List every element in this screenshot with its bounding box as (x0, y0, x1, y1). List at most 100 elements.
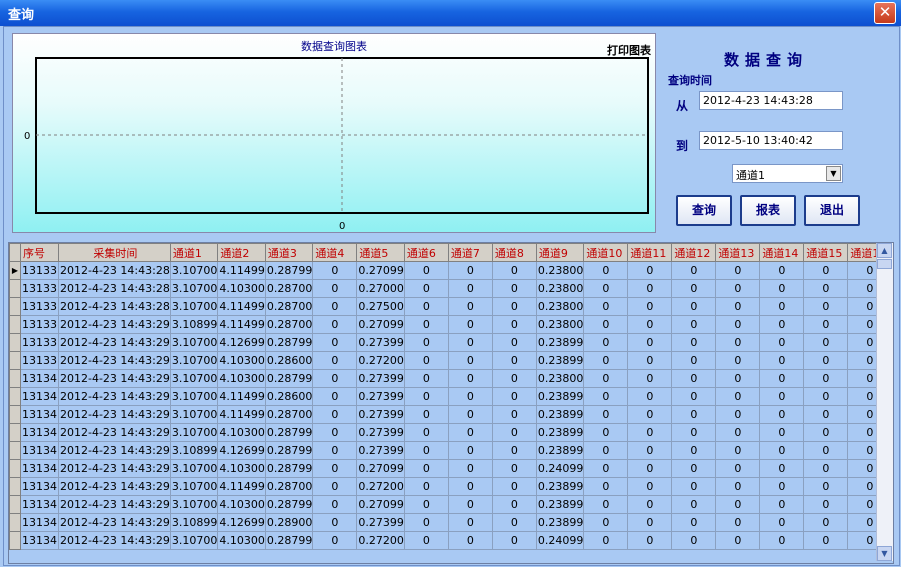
table-cell[interactable]: 0 (759, 423, 805, 442)
table-cell[interactable]: 0 (583, 513, 629, 532)
table-cell[interactable]: 0 (803, 333, 849, 352)
table-cell[interactable]: 0 (715, 513, 761, 532)
table-cell[interactable]: 0 (759, 315, 805, 334)
table-cell[interactable]: 0.27200 (356, 477, 405, 496)
table-cell[interactable]: 0 (312, 297, 358, 316)
row-indicator[interactable] (9, 333, 21, 352)
table-cell[interactable]: 0 (404, 279, 449, 298)
table-cell[interactable]: 0 (715, 333, 761, 352)
row-indicator[interactable] (9, 297, 21, 316)
table-cell[interactable]: 0 (404, 387, 449, 406)
table-cell[interactable]: 0 (492, 315, 537, 334)
table-cell[interactable]: 0 (492, 261, 537, 280)
table-cell[interactable]: 0 (448, 531, 493, 550)
column-header[interactable]: 通道11 (627, 243, 673, 262)
table-cell[interactable]: 0 (312, 477, 358, 496)
table-cell[interactable]: 0 (803, 441, 849, 460)
table-cell[interactable]: 3.10700 (170, 369, 219, 388)
table-cell[interactable]: 2012-4-23 14:43:29 (58, 477, 171, 496)
table-cell[interactable]: 0 (492, 351, 537, 370)
table-cell[interactable]: 0.28700 (265, 297, 314, 316)
table-cell[interactable]: 3.10700 (170, 261, 219, 280)
table-cell[interactable]: 13134 (20, 441, 59, 460)
table-cell[interactable]: 0 (715, 405, 761, 424)
table-cell[interactable]: 0 (312, 333, 358, 352)
chevron-down-icon[interactable]: ▼ (826, 166, 841, 181)
table-cell[interactable]: 0.27500 (356, 297, 405, 316)
vertical-scrollbar[interactable]: ▲ ▼ (876, 243, 893, 561)
data-grid[interactable]: 序号 采集时间 通道1 通道2 通道3 通道4 通道5 通道6 通道7 通道8 通道9 通道10 通道1… (8, 242, 894, 564)
table-cell[interactable]: 13133 (20, 333, 59, 352)
table-cell[interactable]: 0 (583, 423, 629, 442)
table-cell[interactable]: 0 (671, 279, 717, 298)
table-cell[interactable]: 0.24099 (536, 459, 585, 478)
table-cell[interactable]: 0 (715, 297, 761, 316)
table-cell[interactable]: 0 (671, 333, 717, 352)
table-cell[interactable]: 2012-4-23 14:43:29 (58, 459, 171, 478)
table-cell[interactable]: 0 (448, 405, 493, 424)
table-cell[interactable]: 2012-4-23 14:43:29 (58, 333, 171, 352)
table-cell[interactable]: 0 (803, 261, 849, 280)
table-cell[interactable]: 0.23800 (536, 261, 585, 280)
table-cell[interactable]: 0 (492, 477, 537, 496)
table-cell[interactable]: 0 (404, 441, 449, 460)
table-cell[interactable]: 0 (715, 315, 761, 334)
table-cell[interactable]: 0 (671, 261, 717, 280)
table-row[interactable]: 13134 2012-4-23 14:43:29 3.10700 4.10300 0.2… (9, 459, 893, 478)
table-cell[interactable]: 0 (759, 495, 805, 514)
table-cell[interactable]: 0 (312, 441, 358, 460)
table-cell[interactable]: 0 (448, 387, 493, 406)
table-cell[interactable]: 13133 (20, 351, 59, 370)
table-cell[interactable]: 0 (404, 495, 449, 514)
current-row-icon[interactable]: ▶ (9, 261, 21, 280)
row-indicator[interactable] (9, 387, 21, 406)
table-cell[interactable]: 0 (803, 297, 849, 316)
table-cell[interactable]: 4.11499 (217, 405, 266, 424)
table-cell[interactable]: 0 (715, 369, 761, 388)
table-cell[interactable]: 0.28799 (265, 423, 314, 442)
table-cell[interactable]: 0 (759, 531, 805, 550)
table-cell[interactable]: 0.23800 (536, 297, 585, 316)
row-indicator[interactable] (9, 369, 21, 388)
table-cell[interactable]: 0.28600 (265, 387, 314, 406)
table-cell[interactable]: 0.27399 (356, 333, 405, 352)
table-cell[interactable]: 0 (715, 279, 761, 298)
table-cell[interactable]: 3.10700 (170, 477, 219, 496)
table-row[interactable]: 13134 2012-4-23 14:43:29 3.10700 4.10300 0.2… (9, 369, 893, 388)
table-cell[interactable]: 0 (627, 405, 673, 424)
table-cell[interactable]: 0 (759, 513, 805, 532)
table-cell[interactable]: 0 (671, 513, 717, 532)
table-cell[interactable]: 2012-4-23 14:43:29 (58, 441, 171, 460)
table-cell[interactable]: 0 (759, 351, 805, 370)
table-cell[interactable]: 4.12699 (217, 513, 266, 532)
column-header[interactable]: 通道8 (491, 243, 537, 262)
table-cell[interactable]: 2012-4-23 14:43:28 (58, 261, 171, 280)
from-datetime-input[interactable] (699, 91, 843, 110)
row-indicator[interactable] (9, 459, 21, 478)
table-cell[interactable]: 13134 (20, 513, 59, 532)
exit-button[interactable]: 退出 (804, 195, 860, 226)
table-cell[interactable]: 0 (627, 369, 673, 388)
column-header[interactable]: 通道2 (217, 243, 266, 262)
table-cell[interactable]: 0.27099 (356, 261, 405, 280)
table-cell[interactable]: 3.10700 (170, 423, 219, 442)
table-cell[interactable]: 0.28799 (265, 495, 314, 514)
table-cell[interactable]: 0 (803, 459, 849, 478)
table-cell[interactable]: 4.10300 (217, 459, 266, 478)
table-cell[interactable]: 0 (583, 333, 629, 352)
row-indicator[interactable] (9, 531, 21, 550)
table-cell[interactable]: 0 (715, 441, 761, 460)
table-cell[interactable]: 0 (312, 261, 358, 280)
table-cell[interactable]: 0 (312, 279, 358, 298)
table-cell[interactable]: 0 (715, 423, 761, 442)
table-cell[interactable]: 0.27399 (356, 423, 405, 442)
close-button[interactable]: ✕ (874, 2, 896, 24)
table-cell[interactable]: 0 (583, 315, 629, 334)
table-cell[interactable]: 0 (583, 279, 629, 298)
table-row[interactable]: 13133 2012-4-23 14:43:29 3.10899 4.11499 0.2… (9, 315, 893, 334)
table-cell[interactable]: 0 (627, 387, 673, 406)
row-indicator[interactable] (9, 495, 21, 514)
table-cell[interactable]: 0 (492, 333, 537, 352)
table-cell[interactable]: 0 (803, 387, 849, 406)
table-cell[interactable]: 4.10300 (217, 495, 266, 514)
